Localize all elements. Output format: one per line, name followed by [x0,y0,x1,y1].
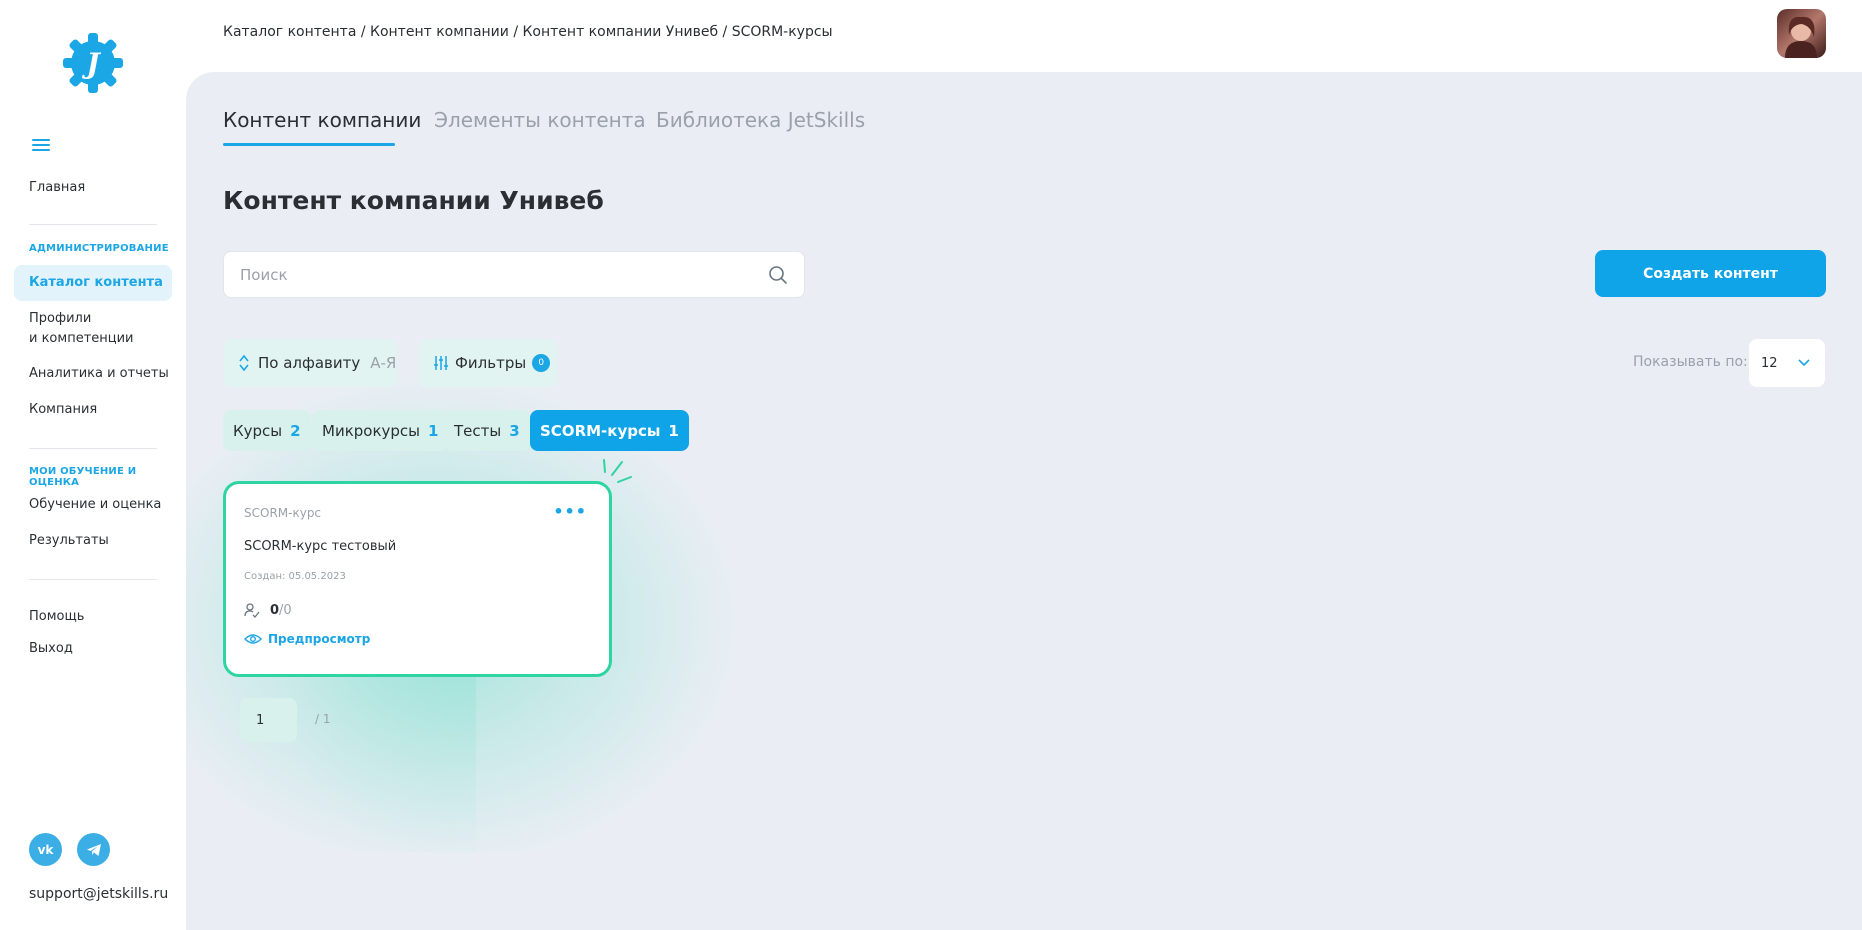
eye-icon [244,634,262,644]
show-by-label: Показывать по: [1633,354,1748,370]
chip-label: Курсы [233,421,283,440]
page-size-select[interactable]: 12 [1749,339,1825,387]
vk-icon[interactable]: vk [29,833,62,866]
chip-label: Микрокурсы [322,421,420,440]
tab-active-underline [223,143,395,146]
preview-link[interactable]: Предпросмотр [244,632,370,646]
filters-count-badge: 0 [532,354,551,372]
user-check-icon [244,603,260,618]
search-input[interactable] [240,252,760,297]
create-content-button[interactable]: Создать контент [1595,250,1826,297]
filters-button[interactable]: Фильтры 0 [419,339,557,387]
chip-label: Тесты [454,421,502,440]
card-users-stat: 0/0 [244,602,292,618]
chip-count: 3 [509,421,520,440]
pagination-current-page[interactable]: 1 [240,698,297,742]
users-done-count: 0 [270,602,280,618]
nav-results[interactable]: Результаты [29,531,109,551]
nav-section-admin: АДМИНИСТРИРОВАНИЕ [29,243,169,254]
tab-company-content[interactable]: Контент компании [223,108,421,132]
filter-sliders-icon [434,356,448,370]
tab-content-elements[interactable]: Элементы контента [434,108,646,132]
jetskills-logo-icon[interactable]: J [62,32,124,94]
chip-courses[interactable]: Курсы 2 [223,410,311,451]
page-size-value: 12 [1761,355,1778,371]
avatar[interactable] [1777,9,1826,58]
breadcrumb[interactable]: Каталог контента / Контент компании / Ко… [223,24,833,40]
chip-count: 1 [428,421,439,440]
sort-label: По алфавиту [258,354,361,372]
sort-icon [239,354,249,372]
nav-company[interactable]: Компания [29,400,97,420]
nav-logout[interactable]: Выход [29,639,73,659]
search-box [223,251,805,298]
nav-divider [29,579,157,580]
users-total-count: /0 [279,602,292,618]
nav-divider [29,448,157,449]
tab-jetskills-library[interactable]: Библиотека JetSkills [656,108,865,132]
nav-divider [29,224,157,225]
chip-microcourses[interactable]: Микрокурсы 1 [312,410,449,451]
nav-analytics[interactable]: Аналитика и отчеты [29,364,169,384]
chip-count: 2 [290,421,301,440]
chip-tests[interactable]: Тесты 3 [444,410,530,451]
search-icon[interactable] [768,265,788,285]
chip-scorm-courses[interactable]: SCORM-курсы 1 [530,410,689,451]
chip-count: 1 [668,421,679,440]
content-card[interactable]: SCORM-курс ••• SCORM-курс тестовый Созда… [223,481,612,677]
nav-home[interactable]: Главная [29,178,85,198]
nav-learning[interactable]: Обучение и оценка [29,495,161,515]
chip-label: SCORM-курсы [540,421,661,440]
preview-label: Предпросмотр [268,632,371,646]
nav-catalog[interactable]: Каталог контента [29,273,163,293]
sidebar: J Главная АДМИНИСТРИРОВАНИЕ Каталог конт… [0,0,186,930]
sort-button[interactable]: По алфавиту А-Я [224,339,397,387]
telegram-icon[interactable] [77,833,110,866]
filters-label: Фильтры [455,354,527,372]
more-options-icon[interactable]: ••• [553,502,587,521]
nav-help[interactable]: Помощь [29,607,84,627]
pagination-total-pages: / 1 [315,712,331,726]
nav-profiles-line1[interactable]: Профили [29,309,91,329]
page-title: Контент компании Унивеб [223,186,604,215]
nav-section-learning: МОИ ОБУЧЕНИЕ И ОЦЕНКА [29,466,137,488]
chevron-down-icon [1798,359,1810,367]
card-title[interactable]: SCORM-курс тестовый [244,539,396,554]
menu-toggle-icon[interactable] [32,139,50,153]
nav-profiles-line2[interactable]: и компетенции [29,329,134,349]
card-type: SCORM-курс [244,506,322,520]
support-email[interactable]: support@jetskills.ru [29,886,168,902]
sort-direction: А-Я [370,354,397,372]
card-created-date: Создан: 05.05.2023 [244,571,346,582]
